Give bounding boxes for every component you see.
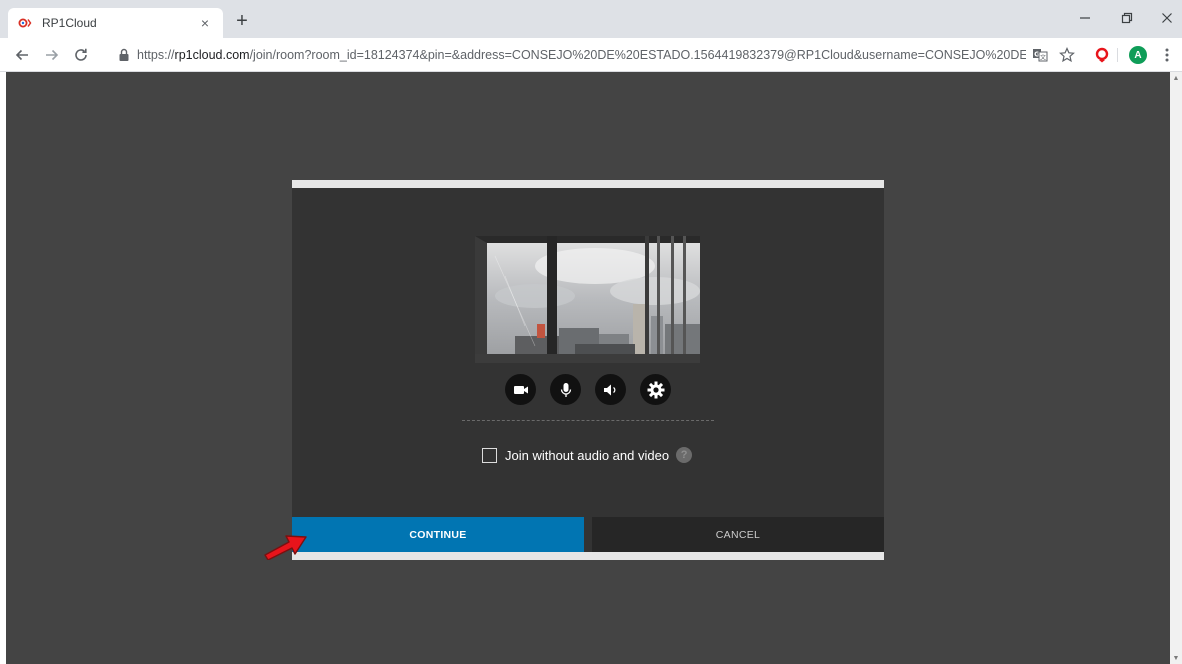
browser-toolbar: https://rp1cloud.com/join/room?room_id=1… xyxy=(0,38,1182,72)
close-window-icon[interactable] xyxy=(1152,6,1182,30)
help-icon[interactable]: ? xyxy=(676,447,693,463)
profile-avatar[interactable]: A xyxy=(1129,46,1147,64)
profile-initial: A xyxy=(1129,46,1147,64)
tab-close-icon[interactable]: × xyxy=(197,15,213,31)
join-without-av-checkbox[interactable] xyxy=(482,447,497,463)
restore-window-icon[interactable] xyxy=(1112,6,1142,30)
bookmark-star-icon[interactable] xyxy=(1058,46,1076,64)
join-dialog: Join without audio and video ? CONTINUE … xyxy=(292,180,884,560)
camera-preview xyxy=(475,236,700,363)
minimize-window-icon[interactable] xyxy=(1070,6,1100,30)
url-path: /join/room?room_id=18124374&pin=&address… xyxy=(249,48,1026,62)
browser-tab[interactable]: RP1Cloud × xyxy=(8,8,223,38)
tab-strip: RP1Cloud × + xyxy=(0,0,1182,38)
continue-button[interactable]: CONTINUE xyxy=(292,517,584,552)
settings-gear-icon[interactable] xyxy=(640,374,671,405)
back-icon[interactable] xyxy=(11,44,33,66)
url-scheme: https:// xyxy=(137,48,175,62)
menu-icon[interactable] xyxy=(1158,46,1176,64)
url-host: rp1cloud.com xyxy=(174,48,250,62)
extension-icon[interactable] xyxy=(1093,46,1111,64)
tab-title: RP1Cloud xyxy=(42,16,97,30)
cancel-button[interactable]: CANCEL xyxy=(592,517,884,552)
url-text: https://rp1cloud.com/join/room?room_id=1… xyxy=(137,48,1026,62)
microphone-icon[interactable] xyxy=(550,374,581,405)
vertical-scrollbar[interactable]: ▲ ▼ xyxy=(1170,72,1182,664)
toolbar-separator xyxy=(1117,48,1118,62)
reload-icon[interactable] xyxy=(70,44,92,66)
button-gap xyxy=(584,517,592,552)
join-without-av-row: Join without audio and video ? xyxy=(482,445,693,465)
svg-text:文: 文 xyxy=(1040,54,1046,62)
rp1cloud-favicon-icon xyxy=(18,16,32,30)
speaker-icon[interactable] xyxy=(595,374,626,405)
forward-icon[interactable] xyxy=(41,44,63,66)
translate-icon[interactable]: G文 xyxy=(1031,46,1049,64)
dialog-buttons: CONTINUE CANCEL xyxy=(292,517,884,552)
address-bar[interactable]: https://rp1cloud.com/join/room?room_id=1… xyxy=(110,43,1026,67)
dialog-divider xyxy=(462,420,714,421)
scroll-down-icon[interactable]: ▼ xyxy=(1170,652,1182,664)
new-tab-button[interactable]: + xyxy=(232,11,252,32)
lock-icon xyxy=(118,48,130,62)
media-controls xyxy=(505,374,671,406)
red-pointer-arrow-icon xyxy=(264,535,307,560)
join-without-av-label[interactable]: Join without audio and video xyxy=(505,448,669,463)
scroll-up-icon[interactable]: ▲ xyxy=(1170,72,1182,84)
camera-icon[interactable] xyxy=(505,374,536,405)
